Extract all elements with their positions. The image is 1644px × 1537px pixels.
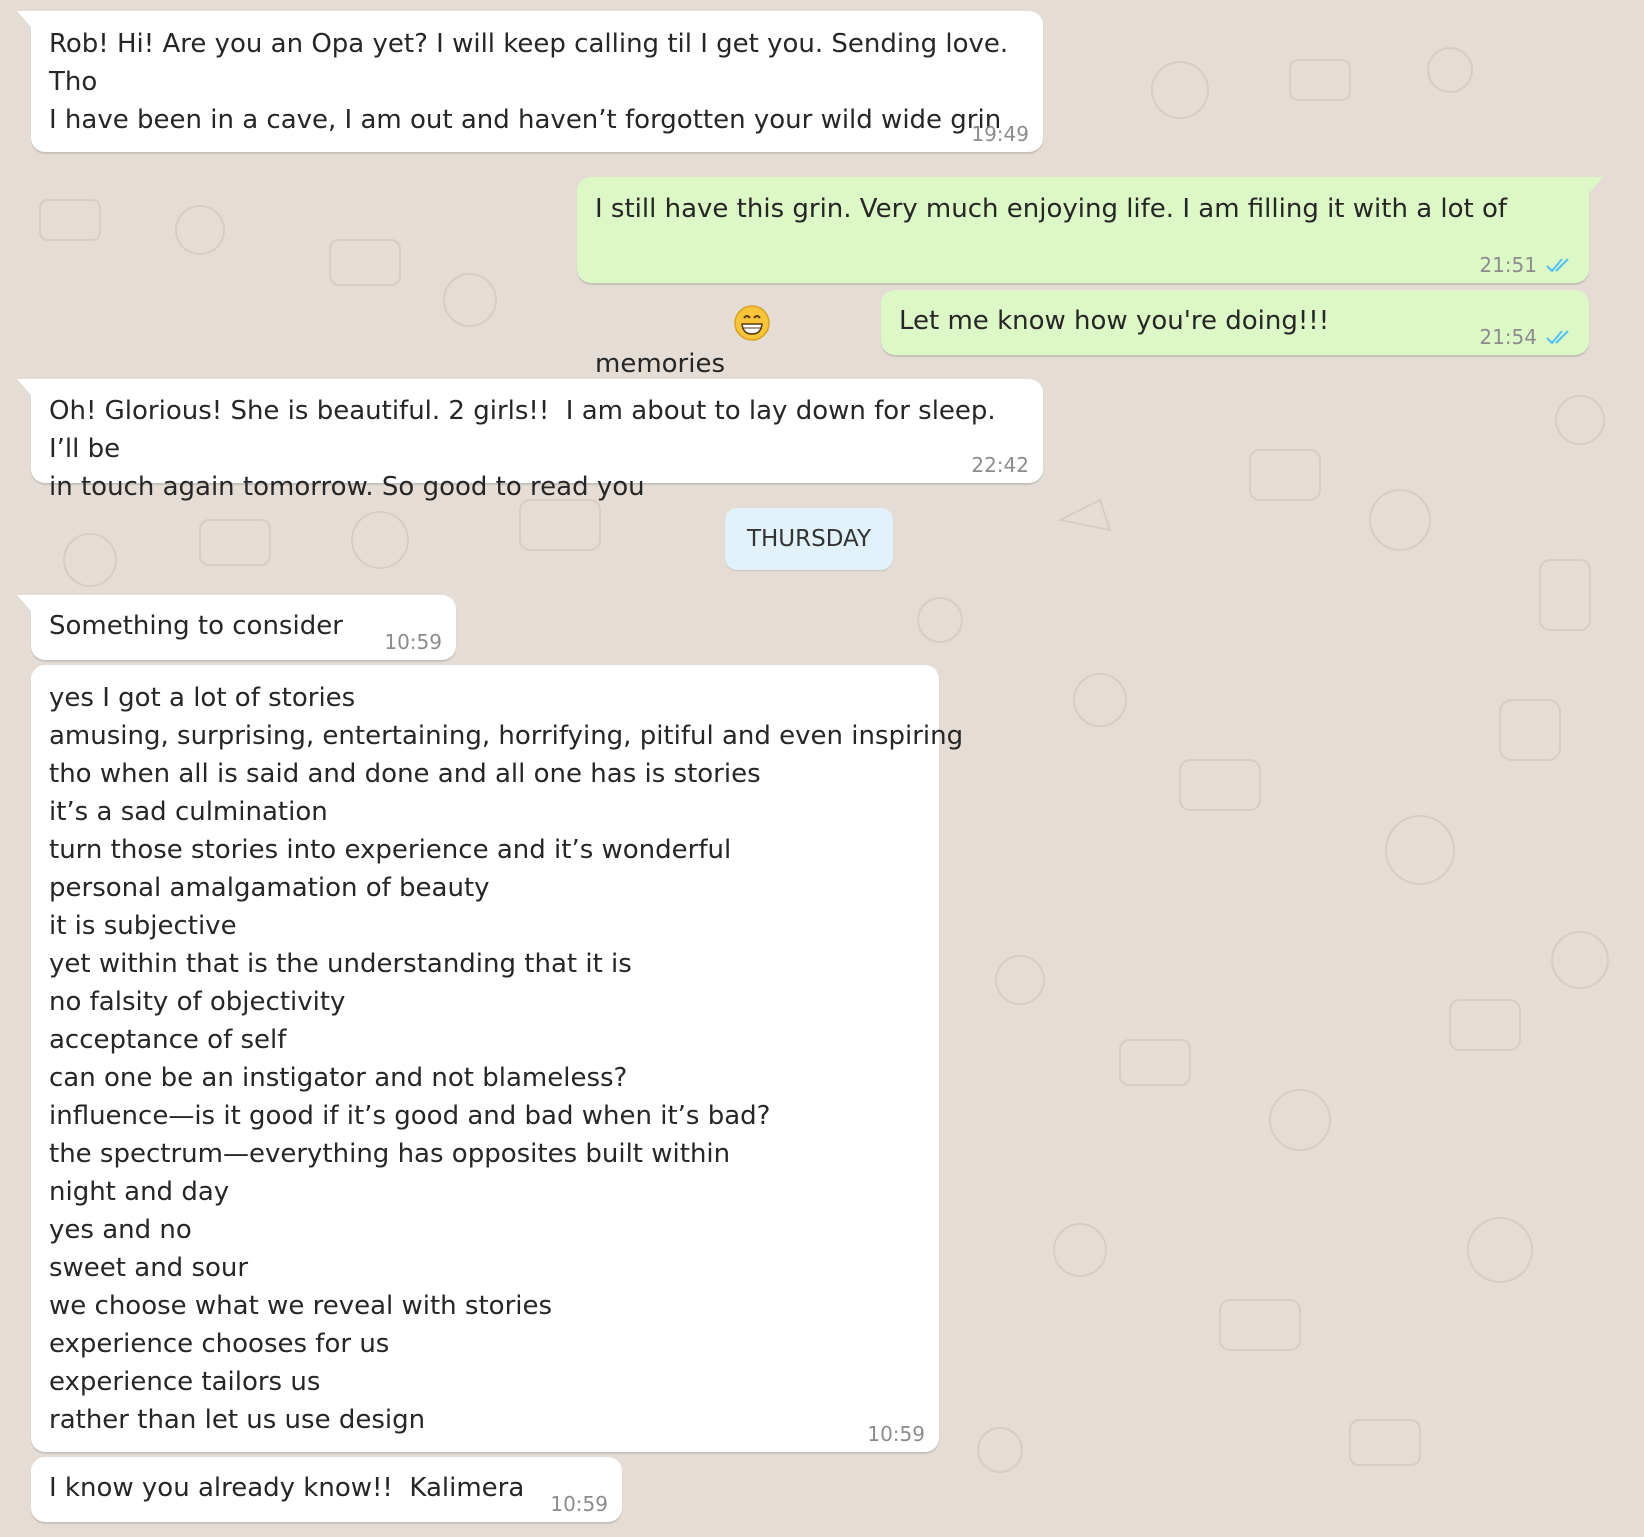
double-check-read-icon bbox=[1546, 330, 1569, 345]
message-bubble-outgoing[interactable]: Let me know how you're doing!!! 21:54 bbox=[881, 290, 1589, 355]
message-line: influence—is it good if it’s good and ba… bbox=[49, 1101, 771, 1131]
message-line: the spectrum—everything has opposites bu… bbox=[49, 1139, 731, 1169]
day-separator: THURSDAY bbox=[725, 508, 893, 570]
message-meta: 21:54 bbox=[1479, 325, 1575, 349]
message-time: 10:59 bbox=[550, 1492, 608, 1516]
message-line: yes I got a lot of stories bbox=[49, 683, 356, 713]
message-text: Rob! Hi! Are you an Opa yet? I will keep… bbox=[49, 29, 1009, 135]
message-line: can one be an instigator and not blamele… bbox=[49, 1063, 628, 1093]
message-line: yet within that is the understanding tha… bbox=[49, 949, 632, 979]
message-text: yes I got a lot of stories amusing, surp… bbox=[49, 679, 964, 1439]
message-text: Something to consider bbox=[49, 611, 343, 641]
message-line: we choose what we reveal with stories bbox=[49, 1291, 553, 1321]
message-bubble-incoming[interactable]: Oh! Glorious! She is beautiful. 2 girls!… bbox=[17, 379, 1043, 502]
message-line: experience tailors us bbox=[49, 1367, 321, 1397]
message-line: amusing, surprising, entertaining, horri… bbox=[49, 721, 964, 751]
message-line: sweet and sour bbox=[49, 1253, 249, 1283]
message-bubble-outgoing[interactable]: I still have this grin. Very much enjoyi… bbox=[577, 177, 1603, 379]
message-line: experience chooses for us bbox=[49, 1329, 390, 1359]
message-bubble-incoming[interactable]: I know you already know!! Kalimera 10:59 bbox=[31, 1457, 622, 1522]
message-line: yes and no bbox=[49, 1215, 192, 1245]
message-bubble-incoming[interactable]: Rob! Hi! Are you an Opa yet? I will keep… bbox=[17, 11, 1043, 152]
chat-panel: Rob! Hi! Are you an Opa yet? I will keep… bbox=[0, 0, 1644, 1537]
message-text: Let me know how you're doing!!! bbox=[899, 306, 1330, 336]
message-line: rather than let us use design bbox=[49, 1405, 426, 1435]
double-check-read-icon bbox=[1546, 258, 1569, 273]
message-line: it is subjective bbox=[49, 911, 237, 941]
message-time: 10:59 bbox=[867, 1422, 925, 1446]
message-meta: 21:51 bbox=[1479, 253, 1575, 277]
message-line: tho when all is said and done and all on… bbox=[49, 759, 761, 789]
grinning-face-emoji-icon bbox=[733, 228, 771, 341]
message-time: 19:49 bbox=[971, 122, 1029, 146]
message-time: 21:51 bbox=[1479, 253, 1537, 277]
message-time: 21:54 bbox=[1479, 325, 1537, 349]
message-line: acceptance of self bbox=[49, 1025, 287, 1055]
message-text: I know you already know!! Kalimera bbox=[49, 1473, 525, 1503]
message-text: Oh! Glorious! She is beautiful. 2 girls!… bbox=[49, 396, 996, 502]
message-bubble-incoming[interactable]: yes I got a lot of stories amusing, surp… bbox=[31, 665, 964, 1452]
message-bubble-incoming[interactable]: Something to consider 10:59 bbox=[17, 595, 456, 660]
message-time: 10:59 bbox=[384, 630, 442, 654]
message-line: personal amalgamation of beauty bbox=[49, 873, 490, 903]
message-line: turn those stories into experience and i… bbox=[49, 835, 732, 865]
message-line: it’s a sad culmination bbox=[49, 797, 328, 827]
message-time: 22:42 bbox=[971, 453, 1029, 477]
message-line: night and day bbox=[49, 1177, 230, 1207]
message-line: no falsity of objectivity bbox=[49, 987, 346, 1017]
